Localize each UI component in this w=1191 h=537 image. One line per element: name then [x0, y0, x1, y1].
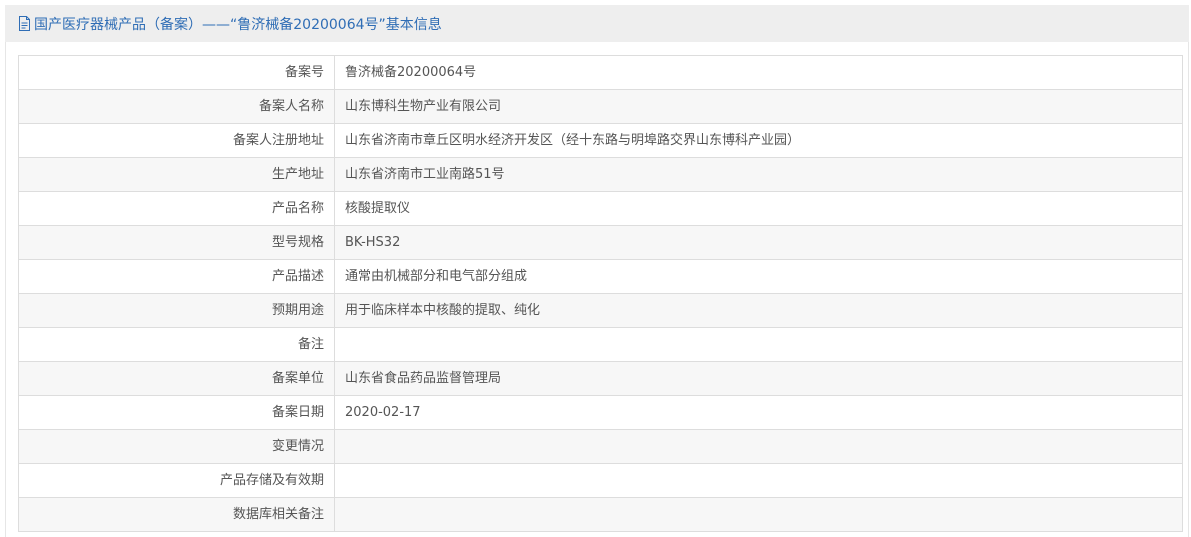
document-icon — [18, 16, 31, 31]
table-row: 变更情况 — [19, 430, 1182, 464]
row-value: 用于临床样本中核酸的提取、纯化 — [345, 303, 541, 318]
row-value: BK-HS32 — [345, 235, 401, 250]
row-value: 山东省济南市章丘区明水经济开发区（经十东路与明埠路交界山东博科产业园） — [345, 133, 801, 148]
table-row: 预期用途 用于临床样本中核酸的提取、纯化 — [19, 294, 1182, 328]
table-row: 生产地址 山东省济南市工业南路51号 — [19, 158, 1182, 192]
table-row: 备案人注册地址 山东省济南市章丘区明水经济开发区（经十东路与明埠路交界山东博科产… — [19, 124, 1182, 158]
row-label: 生产地址 — [19, 158, 335, 191]
table-row: 备案日期 2020-02-17 — [19, 396, 1182, 430]
row-label: 备案号 — [19, 56, 335, 89]
row-label: 备案日期 — [19, 396, 335, 429]
row-label: 预期用途 — [19, 294, 335, 327]
row-label: 备注 — [19, 328, 335, 361]
row-label: 产品存储及有效期 — [19, 464, 335, 497]
row-label: 变更情况 — [19, 430, 335, 463]
table-row: 型号规格 BK-HS32 — [19, 226, 1182, 260]
table-row: 产品名称 核酸提取仪 — [19, 192, 1182, 226]
table-row: 备案人名称 山东博科生物产业有限公司 — [19, 90, 1182, 124]
row-value: 山东省济南市工业南路51号 — [345, 167, 505, 182]
row-label: 数据库相关备注 — [19, 498, 335, 531]
row-value — [335, 464, 1182, 497]
row-value: 山东博科生物产业有限公司 — [345, 99, 502, 114]
row-value: 鲁济械备20200064号 — [345, 65, 477, 80]
row-label: 备案人注册地址 — [19, 124, 335, 157]
row-value: 核酸提取仪 — [345, 201, 411, 216]
row-value — [335, 328, 1182, 361]
table-row: 产品存储及有效期 — [19, 464, 1182, 498]
row-label: 型号规格 — [19, 226, 335, 259]
page-title: 国产医疗器械产品（备案）——“鲁济械备20200064号”基本信息 — [34, 16, 442, 33]
row-label: 产品名称 — [19, 192, 335, 225]
table-row: 备案单位 山东省食品药品监督管理局 — [19, 362, 1182, 396]
row-label: 备案人名称 — [19, 90, 335, 123]
row-value — [335, 498, 1182, 531]
table-row: 备案号 鲁济械备20200064号 — [19, 56, 1182, 90]
info-table: 备案号 鲁济械备20200064号 备案人名称 山东博科生物产业有限公司 备案人… — [18, 55, 1183, 532]
table-row: 产品描述 通常由机械部分和电气部分组成 — [19, 260, 1182, 294]
row-label: 备案单位 — [19, 362, 335, 395]
table-row: 数据库相关备注 — [19, 498, 1182, 532]
row-value — [335, 430, 1182, 463]
row-value: 2020-02-17 — [345, 405, 421, 420]
row-value: 山东省食品药品监督管理局 — [345, 371, 502, 386]
section-header: 国产医疗器械产品（备案）——“鲁济械备20200064号”基本信息 — [5, 5, 1189, 42]
row-label: 产品描述 — [19, 260, 335, 293]
table-row: 备注 — [19, 328, 1182, 362]
row-value: 通常由机械部分和电气部分组成 — [345, 269, 528, 284]
